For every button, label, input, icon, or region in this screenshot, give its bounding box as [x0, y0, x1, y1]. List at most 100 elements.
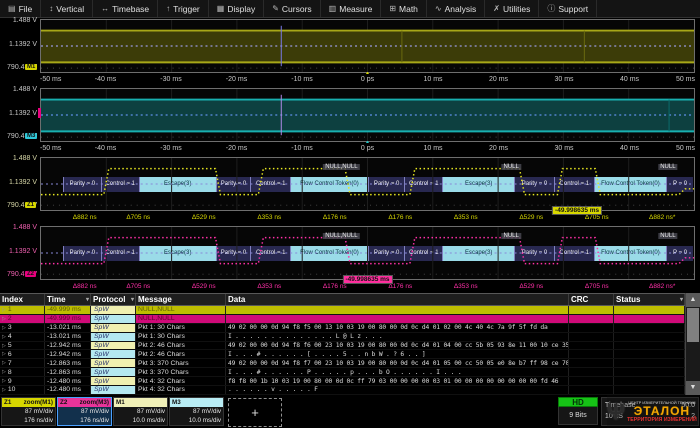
table-row[interactable]: ▷3-13.021 msSpWPkt 1: 30 Chars49 02 00 0… — [0, 324, 700, 333]
trace-name: Z2 — [60, 399, 67, 406]
menu-trigger[interactable]: ↑Trigger — [158, 0, 209, 17]
delta-label: Δ176 ns — [323, 283, 347, 290]
col-header-message[interactable]: Message — [136, 294, 226, 305]
trace-descriptor-m3[interactable]: M387 mV/div10.0 ms/div — [169, 397, 224, 426]
menu-cursors[interactable]: ✎Cursors — [264, 0, 320, 17]
plot-m3[interactable] — [40, 88, 695, 142]
x-tick-label: -30 ms — [160, 145, 181, 152]
delta-label: Δ353 ns — [257, 283, 281, 290]
scroll-up-icon[interactable]: ▲ — [686, 293, 700, 307]
col-header-data[interactable]: Data — [226, 294, 569, 305]
cell-crc — [569, 315, 614, 323]
menu-label: Display — [227, 4, 255, 14]
table-row[interactable]: ▷7-12.863 msSpWPkt 3: 370 Chars49 02 00 … — [0, 359, 700, 368]
table-row[interactable]: ▷10-12.480 msSpWPkt 4: 32 Chars. . . . .… — [0, 386, 700, 395]
expand-icon[interactable]: ▷ — [2, 387, 6, 393]
delta-label: Δ705 ns — [585, 283, 609, 290]
sort-dropdown-icon[interactable]: ▾ — [131, 296, 134, 303]
menu-timebase[interactable]: ↔Timebase — [93, 0, 158, 17]
math-icon: ⊞ — [389, 5, 396, 13]
index-value: 2 — [8, 315, 12, 322]
table-row[interactable]: ▷5-12.942 msSpWPkt 2: 46 Chars49 02 00 0… — [0, 342, 700, 351]
descriptor-values: 87 mV/div176 ns/div — [58, 407, 111, 426]
channel-badge-m1[interactable]: M1 — [25, 64, 37, 70]
measure-icon: ▥ — [329, 5, 337, 13]
scroll-down-icon[interactable]: ▼ — [686, 381, 700, 395]
plot-z2[interactable]: Parity = 0Control = 1Escape(3)Parity = 0… — [40, 226, 695, 280]
index-value: 9 — [8, 378, 12, 385]
channel-badge-z2[interactable]: Z2 — [25, 271, 36, 277]
col-header-status[interactable]: Status▾ — [614, 294, 685, 305]
descriptor-header: Z2zoom(M3) — [58, 398, 111, 407]
expand-icon[interactable]: ▷ — [2, 360, 6, 366]
table-row[interactable]: ▷8-12.863 msSpWPkt 3: 370 CharsI . . . #… — [0, 368, 700, 377]
col-header-time[interactable]: Time▾ — [45, 294, 91, 305]
x-tick-label: -20 ms — [226, 76, 247, 83]
hd-badge: HD — [558, 397, 598, 407]
trace-descriptor-z1[interactable]: Z1zoom(M1)87 mV/div176 ns/div — [1, 397, 56, 426]
col-header-crc[interactable]: CRC — [569, 294, 614, 305]
cell-time: -12.942 ms — [45, 350, 91, 358]
vertical-scale: 87 mV/div — [172, 408, 221, 417]
delta-label: Δ353 ns — [454, 214, 478, 221]
expand-icon[interactable]: ▷ — [2, 378, 6, 384]
delta-axis-z2: Δ882 nsΔ705 nsΔ529 nsΔ353 nsΔ176 nsΔ176 … — [40, 281, 695, 293]
cell-message: NULL,NULL — [136, 306, 226, 314]
x-tick-label: 0 ps — [361, 76, 374, 83]
plot-z1[interactable]: Parity = 0Control = 1Escape(3)Parity = 0… — [40, 157, 695, 211]
y-label-mid: 1.1392 V — [0, 179, 37, 186]
scrollbar-thumb[interactable] — [687, 308, 699, 342]
expand-icon[interactable]: ▷ — [2, 351, 6, 357]
table-row[interactable]: ▷1-49.999 msSpWNULL,NULL — [0, 306, 700, 315]
trace-descriptor-bar: Z1zoom(M1)87 mV/div176 ns/divZ2zoom(M3)8… — [0, 395, 700, 428]
trace-descriptor-z2[interactable]: Z2zoom(M3)87 mV/div176 ns/div — [57, 397, 112, 426]
expand-icon[interactable]: ▷ — [2, 343, 6, 349]
sort-dropdown-icon[interactable]: ▾ — [86, 296, 89, 303]
table-scrollbar[interactable]: ▲ ▼ — [685, 293, 700, 395]
plot-m1[interactable] — [40, 19, 695, 73]
add-trace-button[interactable]: + — [228, 398, 282, 427]
cursor-time-readout[interactable]: -49.998635 ms — [552, 206, 602, 215]
hd-mode-block[interactable]: HD 9 Bits — [558, 397, 598, 425]
decode-null-label: NULL,NULL — [323, 233, 359, 239]
cell-status — [614, 386, 685, 394]
menu-math[interactable]: ⊞Math — [381, 0, 427, 17]
expand-icon[interactable]: ▷ — [2, 334, 6, 340]
cell-protocol: SpW — [91, 350, 136, 358]
sort-dropdown-icon[interactable]: ▾ — [680, 296, 683, 303]
table-row[interactable]: ▷9-12.480 msSpWPkt 4: 32 Charsf8 f8 00 1… — [0, 377, 700, 386]
expand-icon[interactable]: ▷ — [2, 307, 6, 313]
menu-analysis[interactable]: ∿Analysis — [427, 0, 485, 17]
menu-vertical[interactable]: ↕Vertical — [41, 0, 93, 17]
waveform-z1 — [41, 158, 694, 210]
cell-protocol: SpW — [91, 333, 136, 341]
table-row[interactable]: ▷4-13.021 msSpWPkt 1: 30 CharsI . . . . … — [0, 333, 700, 342]
menu-measure[interactable]: ▥Measure — [321, 0, 382, 17]
cell-data — [226, 315, 569, 323]
menu-display[interactable]: ▦Display — [209, 0, 264, 17]
menu-utilities[interactable]: ✗Utilities — [485, 0, 539, 17]
col-header-index[interactable]: Index — [0, 294, 45, 305]
cell-message: Pkt 1: 30 Chars — [136, 324, 226, 332]
menu-file[interactable]: ▤File — [0, 0, 41, 17]
menu-support[interactable]: ⓘSupport — [539, 0, 597, 17]
expand-icon[interactable]: ▷ — [2, 325, 6, 331]
trace-descriptor-m1[interactable]: M187 mV/div10.0 ms/div — [113, 397, 168, 426]
index-value: 4 — [8, 333, 12, 340]
cell-index: ▷2 — [0, 315, 45, 323]
descriptor-values: 87 mV/div10.0 ms/div — [114, 407, 167, 426]
protocol-pill: SpW — [91, 315, 135, 323]
cell-index: ▷9 — [0, 377, 45, 385]
index-value: 8 — [8, 369, 12, 376]
expand-icon[interactable]: ▷ — [2, 316, 6, 322]
cursor-time-readout[interactable]: -49.998635 ms — [342, 275, 392, 284]
table-row[interactable]: ▷2-49.999 msSpWNULL,NULL — [0, 315, 700, 324]
descriptor-values: 87 mV/div176 ns/div — [2, 407, 55, 426]
expand-icon[interactable]: ▷ — [2, 369, 6, 375]
table-row[interactable]: ▷6-12.942 msSpWPkt 2: 46 CharsI . . . # … — [0, 350, 700, 359]
col-header-protocol[interactable]: Protocol▾ — [91, 294, 136, 305]
trigger-level-tick[interactable] — [38, 108, 41, 118]
channel-badge-z1[interactable]: Z1 — [25, 202, 36, 208]
channel-badge-m3[interactable]: M3 — [25, 133, 37, 139]
delta-label: Δ353 ns — [454, 283, 478, 290]
